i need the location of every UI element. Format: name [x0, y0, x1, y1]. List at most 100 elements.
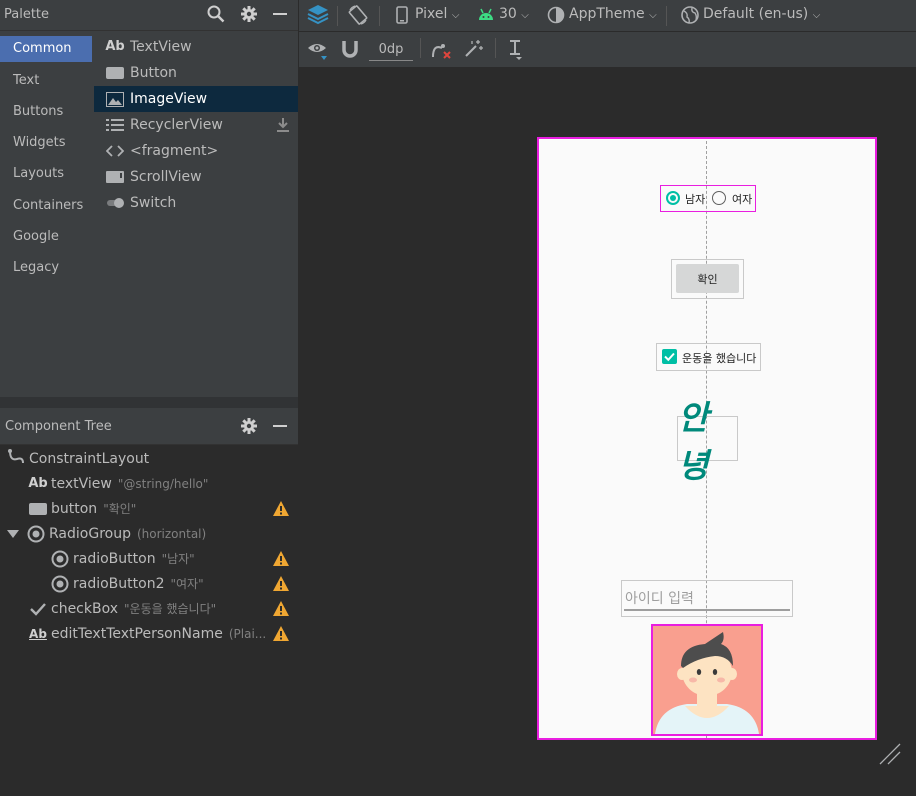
confirm-button[interactable]: 확인 — [676, 264, 739, 293]
checkbox[interactable] — [662, 349, 677, 364]
category-text[interactable]: Text — [0, 68, 92, 94]
button-icon — [106, 64, 124, 82]
palette-item-imageview[interactable]: ImageView — [94, 86, 298, 112]
tree-node-sub: (horizontal) — [136, 527, 207, 541]
checkbox-bounds: 운동을 했습니다 — [656, 343, 761, 371]
tree-node-label: ConstraintLayout — [29, 451, 150, 467]
tree-node-constraintlayout[interactable]: ConstraintLayout — [6, 447, 149, 471]
palette-items: Ab TextView Button ImageView RecyclerVie… — [94, 31, 298, 396]
search-icon[interactable] — [205, 3, 227, 25]
category-widgets[interactable]: Widgets — [0, 130, 92, 156]
gear-icon[interactable] — [238, 415, 260, 437]
design-toolbar: Pixel ⌵ 30 ⌵ AppTheme ⌵ Default (en-us) … — [299, 0, 916, 32]
chevron-down-icon: ⌵ — [649, 10, 657, 21]
default-margin[interactable]: 0dp — [369, 40, 413, 61]
tree-node-label: checkBox — [51, 601, 119, 617]
toolbar-separator — [420, 38, 421, 58]
locale-selector[interactable]: Default (en-us) ⌵ — [703, 6, 820, 22]
tree-node-button[interactable]: button "확인" — [28, 497, 136, 521]
toolbar-separator — [666, 6, 667, 26]
locale-label: Default (en-us) — [703, 6, 809, 22]
tree-node-radiogroup[interactable]: RadioGroup (horizontal) — [6, 522, 206, 546]
tree-node-radiobutton2[interactable]: radioButton2 "여자" — [50, 572, 204, 596]
tree-node-label: RadioGroup — [49, 526, 131, 542]
textview-icon: Ab — [28, 476, 48, 491]
palette-item-recyclerview[interactable]: RecyclerView — [94, 112, 298, 138]
warning-icon[interactable] — [272, 575, 290, 593]
clear-constraints-icon[interactable] — [430, 40, 452, 64]
radio-group[interactable]: 남자 여자 — [660, 185, 756, 212]
warning-icon[interactable] — [272, 550, 290, 568]
chevron-down-icon[interactable] — [6, 522, 20, 546]
palette-item-fragment[interactable]: <fragment> — [94, 138, 298, 164]
guidelines-icon[interactable] — [507, 39, 525, 65]
category-buttons[interactable]: Buttons — [0, 99, 92, 125]
minimize-icon[interactable] — [269, 415, 291, 437]
palette-item-textview[interactable]: Ab TextView — [94, 34, 298, 60]
tree-node-textview[interactable]: Ab textView "@string/hello" — [28, 472, 208, 496]
palette-categories: Common Text Buttons Widgets Layouts Cont… — [0, 31, 92, 396]
api-selector[interactable]: 30 ⌵ — [499, 6, 529, 22]
palette-item-button[interactable]: Button — [94, 60, 298, 86]
radio-female[interactable] — [712, 191, 726, 205]
warning-icon[interactable] — [272, 600, 290, 618]
component-tree-title: Component Tree — [5, 419, 112, 434]
checkbox-label: 운동을 했습니다 — [682, 352, 757, 365]
avatar-imageview[interactable] — [651, 624, 763, 736]
checkbox-icon — [28, 597, 48, 621]
tree-node-label: radioButton — [73, 551, 156, 567]
constraintlayout-icon — [6, 447, 26, 473]
palette-item-scrollview[interactable]: ScrollView — [94, 164, 298, 190]
chevron-down-icon: ⌵ — [812, 10, 821, 21]
palette-item-label: Button — [130, 65, 177, 81]
warning-icon[interactable] — [272, 500, 290, 518]
tree-node-label: textView — [51, 476, 112, 492]
android-icon — [477, 7, 495, 25]
tree-node-checkbox[interactable]: checkBox "운동을 했습니다" — [28, 597, 216, 621]
device-label: Pixel — [415, 6, 448, 22]
component-tree-header: Component Tree — [0, 408, 298, 445]
toolbar-separator — [495, 38, 496, 58]
edittext-icon: Ab — [29, 627, 47, 641]
avatar — [653, 626, 761, 734]
category-google[interactable]: Google — [0, 224, 92, 250]
warning-icon[interactable] — [272, 625, 290, 643]
orientation-icon[interactable] — [347, 4, 369, 30]
theme-label: AppTheme — [569, 6, 645, 22]
radiogroup-icon — [26, 522, 46, 546]
category-containers[interactable]: Containers — [0, 193, 92, 219]
tree-node-radiobutton[interactable]: radioButton "남자" — [50, 547, 195, 571]
recyclerview-icon — [106, 116, 124, 134]
radiobutton-icon — [50, 572, 70, 596]
palette-header: Palette — [0, 0, 298, 31]
globe-icon — [680, 5, 700, 29]
hello-textview[interactable]: 안녕 — [677, 398, 738, 485]
radio-male-label: 남자 — [685, 193, 706, 206]
default-margin-value: 0dp — [378, 42, 404, 57]
theme-icon — [547, 6, 565, 28]
id-input[interactable]: 아이디 입력 — [625, 588, 694, 608]
theme-selector[interactable]: AppTheme ⌵ — [569, 6, 657, 22]
fragment-icon — [106, 142, 124, 160]
device-selector[interactable]: Pixel ⌵ — [415, 6, 459, 22]
tree-node-sub: "여자" — [170, 577, 204, 591]
layers-icon[interactable] — [307, 3, 329, 29]
palette-item-switch[interactable]: Switch — [94, 190, 298, 216]
infer-constraints-icon[interactable] — [463, 39, 483, 63]
radio-male[interactable] — [666, 191, 680, 205]
confirm-button-label: 확인 — [697, 272, 718, 286]
tree-node-edittext[interactable]: Ab editTextTextPersonName (Plai... — [28, 622, 266, 646]
scrollview-icon — [106, 168, 124, 186]
gear-icon[interactable] — [238, 3, 260, 25]
category-common[interactable]: Common — [0, 36, 92, 62]
magnet-icon[interactable] — [341, 39, 359, 63]
eye-icon[interactable] — [307, 39, 329, 65]
resize-handle-icon[interactable] — [878, 742, 902, 770]
constraint-toolbar: 0dp — [299, 32, 916, 67]
panel-divider[interactable] — [0, 397, 298, 408]
radio-female-label: 여자 — [732, 193, 753, 206]
minimize-icon[interactable] — [269, 3, 291, 25]
category-legacy[interactable]: Legacy — [0, 255, 92, 281]
palette-item-label: RecyclerView — [130, 117, 223, 133]
category-layouts[interactable]: Layouts — [0, 161, 92, 187]
